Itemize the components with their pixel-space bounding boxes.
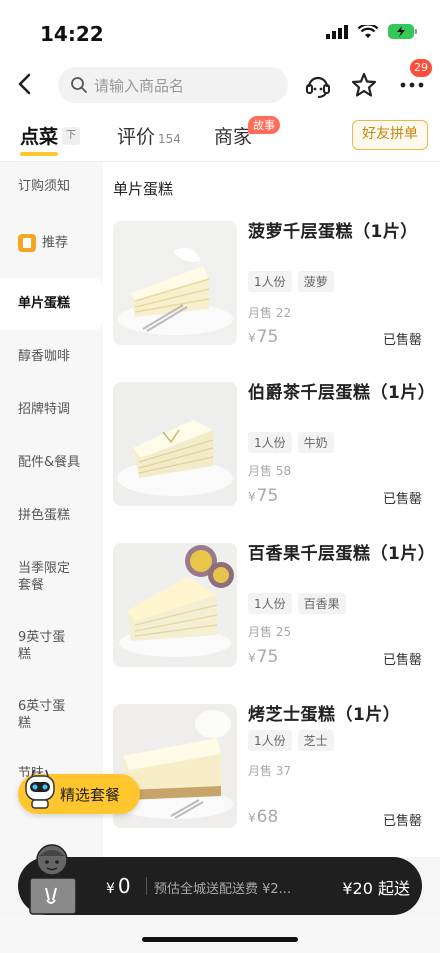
- product-name: 菠萝千层蛋糕（1片）: [248, 222, 418, 242]
- sold-out-label: 已售罄: [382, 653, 422, 668]
- delivery-fee-text: 预估全城送配送费 ¥2...: [154, 882, 292, 897]
- product-image: [113, 543, 237, 667]
- search-placeholder: 请输入商品名: [94, 76, 185, 95]
- star-favorite-icon[interactable]: [350, 71, 378, 99]
- product-tags: 1人份 百香果: [248, 593, 346, 614]
- status-icons: [326, 24, 418, 39]
- tab-order[interactable]: 点菜: [20, 122, 58, 149]
- monthly-sales: 月售 58: [248, 464, 292, 478]
- sidebar-item-notice[interactable]: 订购须知: [0, 178, 103, 195]
- cart-divider: [146, 877, 147, 895]
- product-tag: 菠萝: [297, 271, 334, 292]
- sidebar-item-coffee[interactable]: 醇香咖啡: [0, 348, 103, 365]
- wifi-icon: [358, 24, 378, 38]
- monthly-sales: 月售 22: [248, 306, 292, 320]
- monthly-sales: 月售 25: [248, 625, 292, 639]
- customer-service-icon[interactable]: [304, 71, 332, 99]
- more-menu-button[interactable]: 29: [398, 59, 432, 99]
- product-tag: 牛奶: [297, 432, 334, 453]
- robot-mascot-icon: [25, 769, 55, 809]
- category-sidebar: 订购须知 推荐 单片蛋糕 醇香咖啡 招牌特调 配件&餐具 拼色蛋糕 当季限定套餐…: [0, 162, 103, 857]
- combo-label: 精选套餐: [60, 785, 121, 804]
- product-image: [113, 221, 237, 345]
- product-list: 单片蛋糕 菠萝千层蛋糕（1片） 1人份 菠萝 月售 22 ¥75 已售罄 伯爵茶…: [103, 162, 440, 857]
- recommend-icon: [18, 234, 36, 252]
- sort-tag[interactable]: 下: [62, 127, 80, 145]
- price-value: 75: [256, 647, 279, 667]
- tab-reviews[interactable]: 评价 154: [117, 122, 181, 149]
- back-arrow-icon[interactable]: [12, 70, 40, 98]
- sidebar-item-mixed-cake[interactable]: 拼色蛋糕: [0, 507, 103, 524]
- product-tag: 百香果: [297, 593, 346, 614]
- product-card[interactable]: 百香果千层蛋糕（1片） 1人份 百香果 月售 25 ¥75 已售罄: [103, 543, 440, 693]
- price-value: 75: [256, 327, 279, 347]
- product-tags: 1人份 芝士: [248, 730, 334, 751]
- price-value: 68: [256, 807, 279, 827]
- home-indicator: [142, 937, 298, 942]
- product-tag: 1人份: [248, 593, 292, 614]
- review-count: 154: [158, 132, 181, 146]
- sidebar-item-signature[interactable]: 招牌特调: [0, 401, 103, 418]
- product-price: ¥75: [248, 647, 278, 667]
- featured-combo-button[interactable]: 精选套餐: [18, 769, 140, 814]
- product-image: [113, 382, 237, 506]
- product-price: ¥75: [248, 327, 278, 347]
- sidebar-item-accessories[interactable]: 配件&餐具: [0, 454, 103, 471]
- sidebar-item-9inch[interactable]: 9英寸蛋糕: [0, 629, 78, 663]
- group-order-button[interactable]: 好友拼单: [352, 120, 428, 150]
- product-price: ¥75: [248, 486, 278, 506]
- tab-bar: 点菜 下 评价 154 商家 故事 好友拼单: [0, 112, 440, 162]
- sold-out-label: 已售罄: [382, 814, 422, 829]
- product-tag: 1人份: [248, 271, 292, 292]
- active-tab-indicator: [20, 152, 58, 156]
- product-tags: 1人份 菠萝: [248, 271, 334, 292]
- search-input[interactable]: 请输入商品名: [58, 67, 288, 103]
- currency-symbol: ¥: [248, 490, 256, 504]
- status-time: 14:22: [40, 22, 104, 46]
- sidebar-item-slice-cake[interactable]: 单片蛋糕: [0, 278, 103, 330]
- signal-icon: [326, 24, 348, 39]
- sidebar-item-label: 推荐: [42, 235, 69, 251]
- search-icon: [71, 77, 87, 93]
- sidebar-item-seasonal[interactable]: 当季限定套餐: [0, 560, 80, 594]
- product-price: ¥68: [248, 807, 278, 827]
- battery-charging-icon: [388, 24, 417, 39]
- monthly-sales: 月售 37: [248, 764, 292, 778]
- product-card[interactable]: 烤芝士蛋糕（1片） 1人份 芝士 月售 37 ¥68 已售罄: [103, 704, 440, 854]
- bottom-safe-area: [0, 915, 440, 953]
- tab-reviews-label: 评价: [117, 126, 156, 148]
- product-tags: 1人份 牛奶: [248, 432, 334, 453]
- price-value: 75: [256, 486, 279, 506]
- product-tag: 芝士: [297, 730, 334, 751]
- product-tag: 1人份: [248, 730, 292, 751]
- cart-total: ¥0: [106, 874, 131, 898]
- cart-mascot-icon[interactable]: [16, 840, 86, 920]
- product-name: 伯爵茶千层蛋糕（1片）: [248, 383, 436, 403]
- min-order-label: ¥20 起送: [342, 879, 410, 898]
- product-card[interactable]: 伯爵茶千层蛋糕（1片） 1人份 牛奶 月售 58 ¥75 已售罄: [103, 382, 440, 532]
- notification-badge: 29: [410, 59, 432, 77]
- sold-out-label: 已售罄: [382, 492, 422, 507]
- section-title: 单片蛋糕: [113, 180, 174, 198]
- status-bar: 14:22: [0, 0, 440, 62]
- product-name: 百香果千层蛋糕（1片）: [248, 544, 436, 564]
- cart-currency: ¥: [106, 881, 115, 897]
- sidebar-item-recommend[interactable]: 推荐: [0, 234, 103, 252]
- currency-symbol: ¥: [248, 651, 256, 665]
- cart-total-value: 0: [117, 874, 131, 898]
- currency-symbol: ¥: [248, 811, 256, 825]
- search-header: 请输入商品名 29: [0, 59, 440, 112]
- currency-symbol: ¥: [248, 331, 256, 345]
- product-tag: 1人份: [248, 432, 292, 453]
- story-badge: 故事: [248, 116, 280, 134]
- product-name: 烤芝士蛋糕（1片）: [248, 705, 401, 725]
- tab-merchant[interactable]: 商家: [214, 122, 252, 149]
- sidebar-item-6inch[interactable]: 6英寸蛋糕: [0, 698, 78, 732]
- product-card[interactable]: 菠萝千层蛋糕（1片） 1人份 菠萝 月售 22 ¥75 已售罄: [103, 221, 440, 371]
- sold-out-label: 已售罄: [382, 333, 422, 348]
